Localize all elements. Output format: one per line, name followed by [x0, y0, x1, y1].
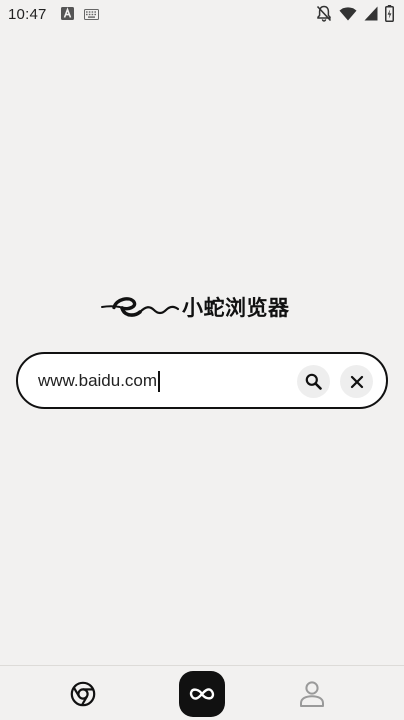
- app-logo: 小蛇浏览器: [100, 292, 310, 322]
- infinity-icon: [189, 688, 215, 700]
- notifications-off-icon: [316, 5, 332, 22]
- snake-logo-icon: [101, 297, 180, 317]
- nav-browser-button[interactable]: [68, 679, 98, 709]
- status-left-icons: [60, 5, 99, 24]
- browser-icon: [70, 681, 96, 707]
- search-icon: [305, 373, 322, 390]
- logo-text: 小蛇浏览器: [182, 296, 290, 320]
- search-input-value: www.baidu.com: [38, 371, 158, 390]
- bottom-nav: [0, 665, 404, 720]
- search-input[interactable]: www.baidu.com: [38, 368, 278, 394]
- nav-profile-button[interactable]: [298, 679, 326, 709]
- signal-icon: [364, 6, 378, 21]
- battery-icon: [385, 5, 394, 22]
- text-caret: [158, 370, 161, 392]
- search-button[interactable]: [297, 365, 330, 398]
- nav-center-button[interactable]: [179, 671, 225, 717]
- clear-button[interactable]: [340, 365, 373, 398]
- search-bar[interactable]: www.baidu.com: [16, 352, 388, 409]
- status-bar: 10:47: [0, 0, 404, 28]
- status-right-icons: [316, 5, 394, 22]
- android-a-icon: [60, 5, 74, 24]
- status-time: 10:47: [8, 5, 47, 23]
- wifi-icon: [339, 6, 357, 21]
- close-icon: [350, 375, 363, 388]
- profile-icon: [300, 681, 324, 707]
- keyboard-icon: [83, 5, 99, 24]
